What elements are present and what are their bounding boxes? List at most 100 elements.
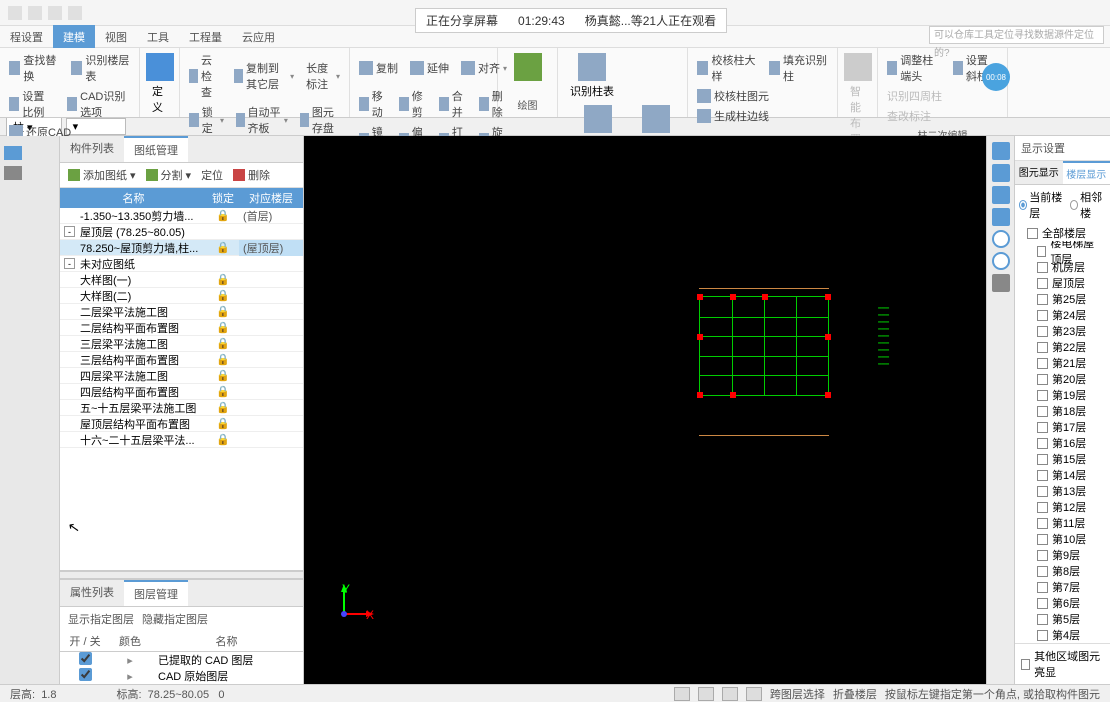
fill-identify-button[interactable]: 填充识别柱 xyxy=(766,51,832,85)
check-detail-button[interactable]: 校核柱大样 xyxy=(694,51,760,85)
floor-checkbox[interactable] xyxy=(1037,630,1048,641)
panel-splitter[interactable] xyxy=(60,571,303,579)
tree-row[interactable]: 四层结构平面布置图🔒 xyxy=(60,384,303,400)
floor-list[interactable]: 楼电梯屋顶层机房层屋顶层第25层第24层第23层第22层第21层第20层第19层… xyxy=(1015,241,1110,643)
tree-row[interactable]: 十六~二十五层梁平法...🔒 xyxy=(60,432,303,448)
lock-icon[interactable]: 🔒 xyxy=(207,209,239,222)
auto-level-button[interactable]: 自动平齐板▾ xyxy=(233,103,291,137)
search-input[interactable]: 可以仓库工具定位寻找数据源件定位的? xyxy=(929,26,1104,44)
tab-view[interactable]: 视图 xyxy=(95,25,137,49)
element-save-button[interactable]: 图元存盘 xyxy=(297,103,343,137)
copy-to-floor-button[interactable]: 复制到其它层▾ xyxy=(231,51,297,101)
gen-edge-button[interactable]: 生成柱边线 xyxy=(694,107,831,125)
tree-toggle-icon[interactable]: - xyxy=(64,258,75,269)
view3d-icon[interactable] xyxy=(992,142,1010,160)
tree-row[interactable]: 三层结构平面布置图🔒 xyxy=(60,352,303,368)
floor-item[interactable]: 第8层 xyxy=(1015,563,1110,579)
floor-checkbox[interactable] xyxy=(1037,342,1048,353)
floor-checkbox[interactable] xyxy=(1037,470,1048,481)
save-icon[interactable] xyxy=(28,6,42,20)
lock-icon[interactable]: 🔒 xyxy=(207,401,239,414)
layer-checkbox[interactable] xyxy=(79,652,92,665)
expand-arrow-icon[interactable]: ▸ xyxy=(110,670,150,683)
zoom-icon[interactable] xyxy=(992,186,1010,204)
delete-drawing-button[interactable]: 删除 xyxy=(233,167,270,183)
smart-layout-button[interactable]: 智能布置 xyxy=(844,51,871,149)
floor-checkbox[interactable] xyxy=(1037,454,1048,465)
drawing-canvas[interactable]: ━━━━━━━━━━━━━━━━━━━━━━━━━━━ Y X xyxy=(304,136,986,684)
rp-bottom[interactable]: 其他区域图元亮显 xyxy=(1015,643,1110,684)
tree-row[interactable]: 大样图(二)🔒 xyxy=(60,288,303,304)
tab-cloud[interactable]: 云应用 xyxy=(232,25,285,49)
floor-checkbox[interactable] xyxy=(1037,406,1048,417)
tree-row[interactable]: 78.250~屋顶剪力墙,柱...🔒(屋顶层) xyxy=(60,240,303,256)
floor-checkbox[interactable] xyxy=(1037,614,1048,625)
length-dim-button[interactable]: 长度标注▾ xyxy=(303,51,343,101)
tab-layers[interactable]: 图层管理 xyxy=(124,580,188,606)
floor-item[interactable]: 第12层 xyxy=(1015,499,1110,515)
lock-icon[interactable]: 🔒 xyxy=(207,289,239,302)
list-view-icon[interactable] xyxy=(4,146,22,160)
floor-checkbox[interactable] xyxy=(1037,502,1048,513)
tab-drawings[interactable]: 图纸管理 xyxy=(124,136,188,162)
floor-checkbox[interactable] xyxy=(1037,390,1048,401)
floor-checkbox[interactable] xyxy=(1037,326,1048,337)
floor-item[interactable]: 第15层 xyxy=(1015,451,1110,467)
tab-element-display[interactable]: 图元显示 xyxy=(1015,161,1063,184)
lock-icon[interactable]: 🔒 xyxy=(207,321,239,334)
tab-tools[interactable]: 工具 xyxy=(137,25,179,49)
floor-checkbox[interactable] xyxy=(1037,358,1048,369)
floor-item[interactable]: 第13层 xyxy=(1015,483,1110,499)
identify-floor-button[interactable]: 识别楼层表 xyxy=(68,51,133,85)
split-button[interactable]: 分割 ▾ xyxy=(146,167,192,183)
tree-row[interactable]: -未对应图纸 xyxy=(60,256,303,272)
tab-settings[interactable]: 程设置 xyxy=(0,25,53,49)
rp-all-floors[interactable]: 全部楼层 xyxy=(1015,225,1110,241)
floor-checkbox[interactable] xyxy=(1037,518,1048,529)
fit-icon[interactable] xyxy=(992,208,1010,226)
hide-layer-button[interactable]: 隐藏指定图层 xyxy=(142,611,208,627)
more-icon[interactable] xyxy=(992,274,1010,292)
floor-checkbox[interactable] xyxy=(1037,310,1048,321)
floor-item[interactable]: 第18层 xyxy=(1015,403,1110,419)
cloud-check-button[interactable]: 云检查 xyxy=(186,51,225,101)
trim-button[interactable]: 修剪 xyxy=(396,87,430,121)
floor-checkbox[interactable] xyxy=(1037,422,1048,433)
redo-icon[interactable] xyxy=(68,6,82,20)
lock-icon[interactable]: 🔒 xyxy=(207,273,239,286)
move-button[interactable]: 移动 xyxy=(356,87,390,121)
floor-item[interactable]: 第22层 xyxy=(1015,339,1110,355)
floor-checkbox[interactable] xyxy=(1037,550,1048,561)
lock-icon[interactable]: 🔒 xyxy=(207,241,239,254)
tab-properties[interactable]: 属性列表 xyxy=(60,580,124,606)
drawing-tree[interactable]: -1.350~13.350剪力墙...🔒(首层)-屋顶层 (78.25~80.0… xyxy=(60,208,303,571)
lock-icon[interactable]: 🔒 xyxy=(207,433,239,446)
tree-row[interactable]: 二层梁平法施工图🔒 xyxy=(60,304,303,320)
floor-item[interactable]: 第25层 xyxy=(1015,291,1110,307)
lock-icon[interactable]: 🔒 xyxy=(207,337,239,350)
floor-checkbox[interactable] xyxy=(1037,582,1048,593)
floor-checkbox[interactable] xyxy=(1037,566,1048,577)
floor-checkbox[interactable] xyxy=(1037,278,1048,289)
tree-row[interactable]: -屋顶层 (78.25~80.05) xyxy=(60,224,303,240)
floor-item[interactable]: 楼电梯屋顶层 xyxy=(1015,243,1110,259)
tree-row[interactable]: 三层梁平法施工图🔒 xyxy=(60,336,303,352)
floor-checkbox[interactable] xyxy=(1037,438,1048,449)
merge-button[interactable]: 合并 xyxy=(436,87,470,121)
expand-arrow-icon[interactable]: ▸ xyxy=(110,654,150,667)
tree-row[interactable]: 五~十五层梁平法施工图🔒 xyxy=(60,400,303,416)
extend-button[interactable]: 延伸 xyxy=(407,51,452,85)
tab-components[interactable]: 构件列表 xyxy=(60,136,124,162)
radio-current-floor[interactable]: 当前楼层 xyxy=(1019,189,1064,221)
lock-button[interactable]: 锁定▾ xyxy=(186,103,227,137)
floor-item[interactable]: 第14层 xyxy=(1015,467,1110,483)
find-replace-button[interactable]: 查找替换 xyxy=(6,51,62,85)
floor-item[interactable]: 第7层 xyxy=(1015,579,1110,595)
floor-item[interactable]: 第6层 xyxy=(1015,595,1110,611)
floor-checkbox[interactable] xyxy=(1037,486,1048,497)
define-button[interactable]: 定义 xyxy=(146,51,173,117)
lock-icon[interactable]: 🔒 xyxy=(207,305,239,318)
floor-item[interactable]: 第5层 xyxy=(1015,611,1110,627)
floor-item[interactable]: 第17层 xyxy=(1015,419,1110,435)
floor-item[interactable]: 屋顶层 xyxy=(1015,275,1110,291)
